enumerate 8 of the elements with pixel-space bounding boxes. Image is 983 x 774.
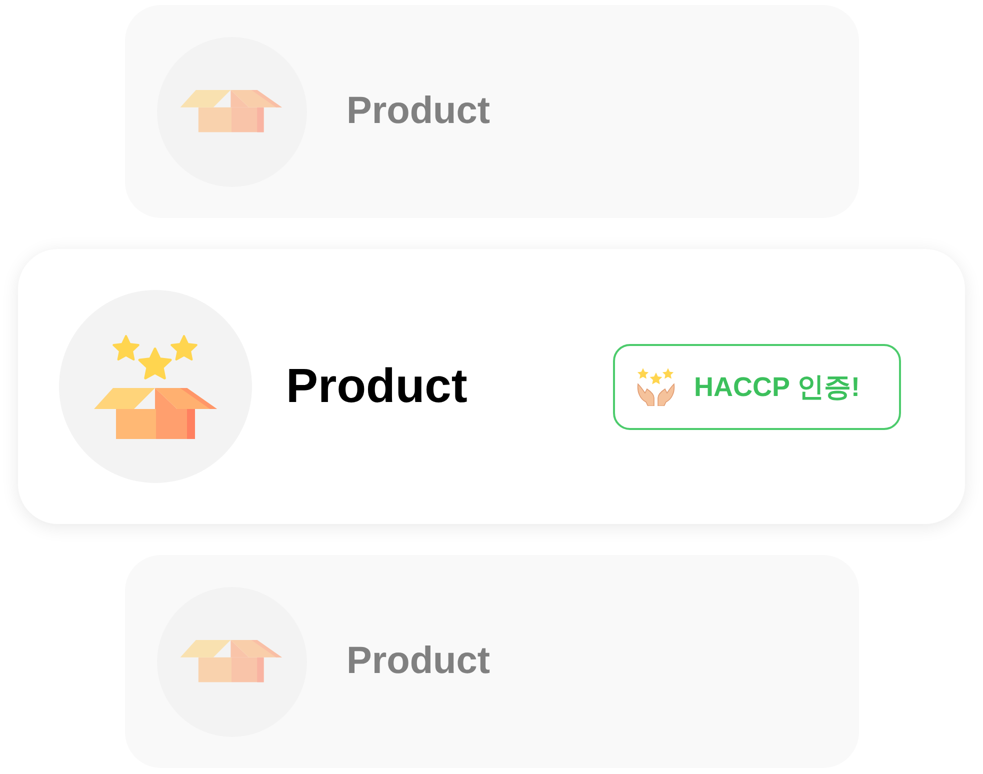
product-name: Product [286,359,468,414]
product-card[interactable]: Product HACCP 인증! [18,249,965,524]
badge-label: HACCP 인증! [694,370,860,404]
hands-stars-icon [636,368,676,406]
product-name: Product [346,640,490,683]
product-card[interactable]: Product [124,5,858,218]
product-name: Product [346,90,490,133]
product-card[interactable]: Product [124,555,858,768]
